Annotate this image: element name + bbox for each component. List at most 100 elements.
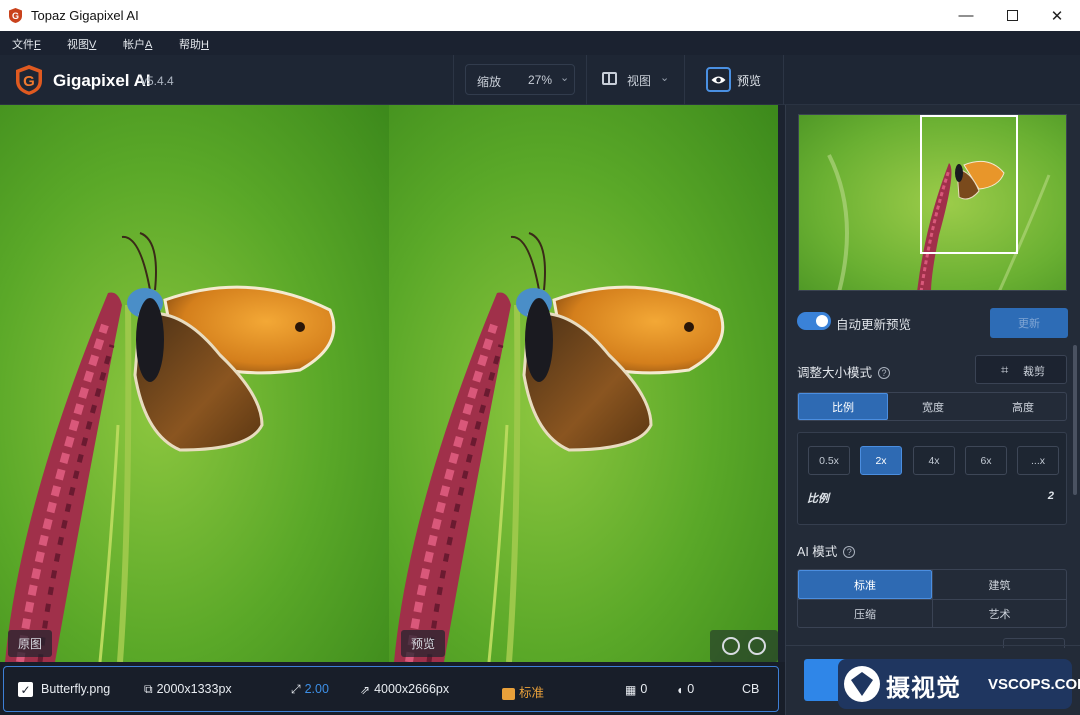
window-titlebar: G Topaz Gigapixel AI — ✕ xyxy=(0,0,1080,31)
ai-mode-value: 标准 xyxy=(519,686,545,700)
ai-mode-label: AI 模式 xyxy=(797,545,838,559)
help-icon[interactable]: ? xyxy=(843,546,856,558)
preview-label: 预览 xyxy=(401,630,446,657)
blur-icon: ◖ xyxy=(676,682,684,697)
zoom-select[interactable]: 缩放 27% ⌄ xyxy=(465,64,575,95)
chevron-down-icon: ⌄ xyxy=(560,72,570,84)
smile-icon[interactable] xyxy=(722,637,740,655)
image-canvas[interactable]: 原图 预览 xyxy=(0,105,778,662)
resize-mode-tabs: 比例 宽度 高度 xyxy=(797,392,1067,421)
output-size-icon: ⇗ xyxy=(360,682,371,697)
thumbnail-image xyxy=(799,115,1066,290)
crop-button[interactable]: ⌗ 裁剪 xyxy=(975,355,1067,384)
preview-toggle-button[interactable] xyxy=(706,67,731,92)
cb-label: CB xyxy=(742,682,760,696)
app-icon: G xyxy=(9,8,22,23)
resize-mode-heading: 调整大小模式? xyxy=(797,362,891,381)
scale-option-6x[interactable]: 6x xyxy=(965,446,1007,475)
toolbar-divider xyxy=(783,55,784,105)
auto-update-toggle[interactable] xyxy=(797,312,831,330)
ai-mode-architecture[interactable]: 建筑 xyxy=(932,570,1066,599)
scale-option-0-5x[interactable]: 0.5x xyxy=(808,446,850,475)
input-size-icon: ⧉ xyxy=(144,682,153,697)
gigapixel-logo: G xyxy=(16,65,42,95)
minimize-button[interactable]: — xyxy=(943,0,989,31)
tab-width[interactable]: 宽度 xyxy=(888,393,978,420)
ai-mode-icon xyxy=(502,687,515,700)
menu-help[interactable]: 帮助H xyxy=(179,36,209,52)
ratio-value[interactable]: 2 xyxy=(1048,490,1054,502)
ratio-label: 比例 xyxy=(807,493,829,505)
scale-option-2x[interactable]: 2x xyxy=(860,446,902,475)
ai-mode-standard[interactable]: 标准 xyxy=(798,570,932,599)
file-queue-bar: ✓ Butterfly.png ⧉ 2000x1333px ⤢ 2.00 ⇗ 4000… xyxy=(0,662,785,715)
tab-height[interactable]: 高度 xyxy=(978,393,1068,420)
resize-mode-label: 调整大小模式 xyxy=(797,366,873,380)
settings-panel: 自动更新预览 更新 调整大小模式? ⌗ 裁剪 比例 宽度 高度 0.5x 2x … xyxy=(785,105,1080,715)
ai-mode-heading: AI 模式? xyxy=(797,541,856,560)
svg-text:G: G xyxy=(12,11,19,21)
blur-value: 0 xyxy=(687,682,695,696)
auto-update-label: 自动更新预览 xyxy=(836,318,912,332)
view-label: 视图 xyxy=(627,74,652,88)
file-checkbox[interactable]: ✓ xyxy=(18,682,33,697)
panel-scrollbar[interactable] xyxy=(1073,345,1077,495)
noise-value: 0 xyxy=(640,682,648,696)
crop-label: 裁剪 xyxy=(1023,366,1045,378)
ai-mode-grid: 标准 建筑 压缩 艺术 xyxy=(797,569,1067,628)
neutral-face-icon[interactable] xyxy=(748,637,766,655)
chevron-down-icon: ⌄ xyxy=(660,72,670,84)
update-button[interactable]: 更新 xyxy=(990,308,1068,338)
auto-update-row: 自动更新预览 更新 xyxy=(797,308,1077,338)
scale-factor: 2.00 xyxy=(304,682,329,696)
help-icon[interactable]: ? xyxy=(878,367,891,379)
zoom-value: 27% xyxy=(528,73,553,87)
file-name: Butterfly.png xyxy=(41,682,111,696)
svg-text:G: G xyxy=(23,73,35,90)
toolbar-divider xyxy=(684,55,685,105)
menu-account[interactable]: 帐户A xyxy=(123,36,152,52)
zoom-label: 缩放 xyxy=(477,75,502,89)
watermark-logo xyxy=(844,666,880,702)
ai-mode-compressed[interactable]: 压缩 xyxy=(798,599,932,628)
watermark-brand: 摄视觉 xyxy=(886,675,961,702)
maximize-icon xyxy=(1006,10,1018,21)
menu-view[interactable]: 视图V xyxy=(67,36,96,52)
ai-mode-art[interactable]: 艺术 xyxy=(932,599,1066,628)
file-row[interactable]: ✓ Butterfly.png ⧉ 2000x1333px ⤢ 2.00 ⇗ 4000… xyxy=(3,666,779,712)
split-view-icon xyxy=(602,72,617,85)
scale-option-custom[interactable]: ...x xyxy=(1017,446,1059,475)
original-label: 原图 xyxy=(8,630,53,657)
original-pane[interactable]: 原图 xyxy=(0,105,389,662)
expand-icon: ⤢ xyxy=(291,682,301,697)
tab-scale[interactable]: 比例 xyxy=(798,393,888,420)
close-button[interactable]: ✕ xyxy=(1034,0,1080,31)
window-title: Topaz Gigapixel AI xyxy=(31,8,139,23)
minimize-icon: — xyxy=(958,7,974,24)
navigator-thumbnail[interactable] xyxy=(798,114,1067,291)
partial-control xyxy=(1003,638,1065,648)
menu-file[interactable]: 文件F xyxy=(12,36,41,52)
butterfly-photo-original xyxy=(0,105,389,662)
noise-icon: ▦ xyxy=(625,682,637,697)
feedback-buttons xyxy=(710,630,778,662)
app-brand: Gigapixel AI xyxy=(53,71,151,90)
output-size: 4000x2666px xyxy=(374,682,450,696)
menu-bar: 文件F 视图V 帐户A 帮助H xyxy=(0,31,1080,55)
maximize-button[interactable] xyxy=(989,0,1035,31)
input-size: 2000x1333px xyxy=(156,682,232,696)
view-mode-button[interactable]: 视图 ⌄ xyxy=(600,64,678,95)
butterfly-photo-preview xyxy=(389,105,778,662)
scale-options-box: 0.5x 2x 4x 6x ...x 比例 2 xyxy=(797,432,1067,525)
crop-icon: ⌗ xyxy=(1001,362,1009,377)
toolbar-divider xyxy=(586,55,587,105)
main-toolbar: G Gigapixel AI v5.4.4 缩放 27% ⌄ 视图 ⌄ 预览 xyxy=(0,55,1080,105)
watermark: 摄视觉 VSCOPS.COM xyxy=(838,659,1080,709)
toolbar-divider xyxy=(453,55,454,105)
eye-icon xyxy=(711,76,726,83)
scale-option-4x[interactable]: 4x xyxy=(913,446,955,475)
app-version: v5.4.4 xyxy=(141,74,174,88)
preview-pane[interactable]: 预览 xyxy=(389,105,778,662)
panel-divider xyxy=(786,645,1080,646)
preview-label: 预览 xyxy=(737,74,762,88)
